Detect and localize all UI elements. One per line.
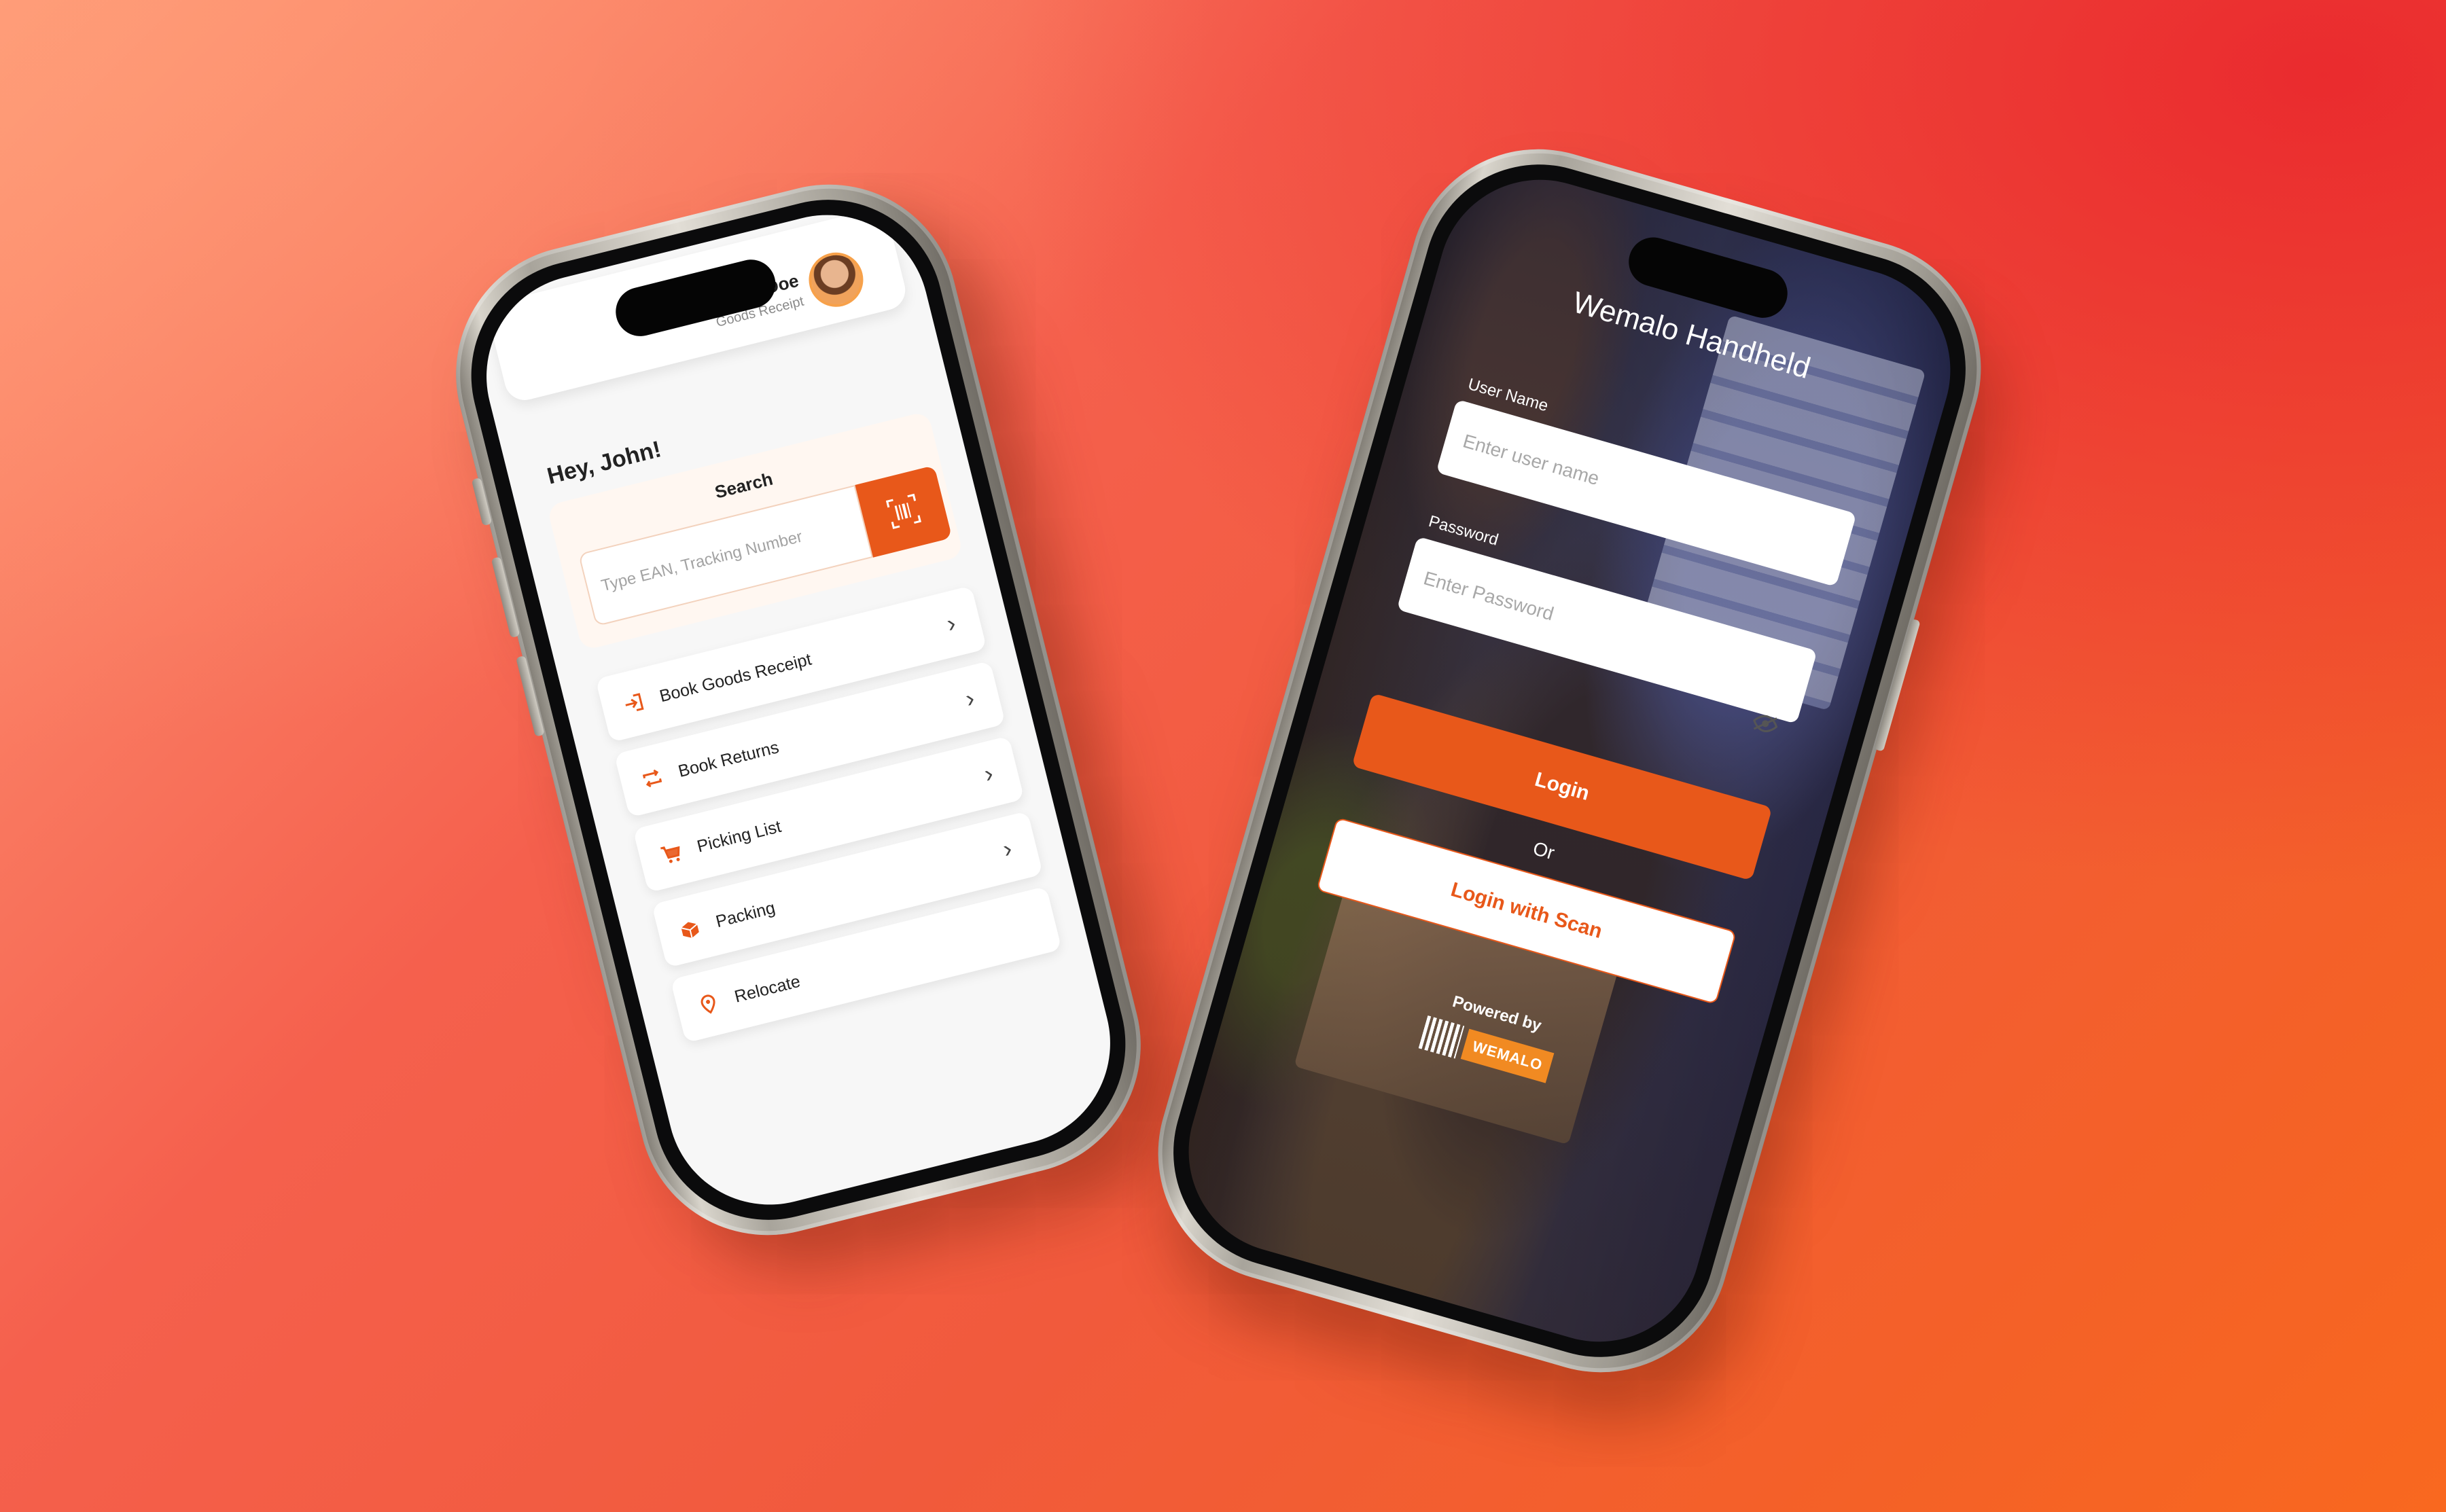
chevron-right-icon: ›: [999, 833, 1015, 863]
avatar[interactable]: [802, 247, 869, 313]
chevron-right-icon: ›: [981, 759, 996, 788]
repeat-icon: [642, 769, 662, 788]
chevron-right-icon: ›: [944, 608, 959, 638]
scan-button[interactable]: [855, 465, 953, 558]
chevron-right-icon: ›: [962, 683, 978, 713]
menu-item-label: Relocate: [732, 971, 802, 1007]
sign-in-icon: [625, 693, 644, 712]
menu-list: Book Goods Receipt › Book Returns › Pick…: [595, 586, 1065, 1055]
menu-item-label: Picking List: [695, 816, 783, 857]
package-icon: [681, 922, 699, 939]
background-glow: [0, 0, 2446, 1512]
menu-item-label: Packing: [713, 898, 777, 932]
barcode-scan-icon: [885, 493, 921, 529]
menu-item-label: Book Goods Receipt: [657, 649, 814, 706]
location-pin-icon: [701, 994, 715, 1014]
cart-icon: [660, 846, 680, 863]
menu-item-label: Book Returns: [676, 738, 781, 781]
